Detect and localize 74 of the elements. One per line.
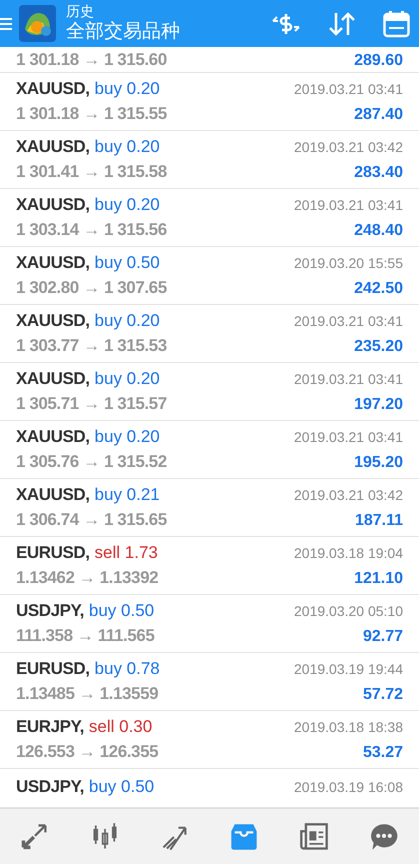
price-range: 1 301.18 → 1 315.60 xyxy=(16,48,167,70)
price-range: 1 303.77 → 1 315.53 xyxy=(16,335,167,358)
trade-symbol: XAUUSD, xyxy=(16,426,90,448)
trade-profit: 248.40 xyxy=(354,221,403,242)
trade-symbol: EURUSD, xyxy=(16,542,90,564)
trade-symbol: EURUSD, xyxy=(16,658,90,680)
inbox-icon[interactable] xyxy=(229,822,260,852)
calendar-icon[interactable] xyxy=(383,10,410,38)
menu-icon[interactable] xyxy=(0,16,12,30)
trade-profit: 287.40 xyxy=(354,105,403,126)
trade-symbol: XAUUSD, xyxy=(16,252,90,274)
trade-symbol: XAUUSD, xyxy=(16,368,90,390)
price-range: 1 303.14 → 1 315.56 xyxy=(16,219,167,242)
trade-direction: buy 0.20 xyxy=(94,310,160,332)
trade-direction: buy 0.50 xyxy=(94,252,160,274)
trade-symbol: XAUUSD, xyxy=(16,484,90,506)
price-range: 1.13485 → 1.13559 xyxy=(16,683,158,706)
trade-time: 2019.03.21 03:41 xyxy=(294,428,403,447)
trade-direction: buy 0.50 xyxy=(88,600,154,622)
price-range: 111.358 → 111.565 xyxy=(16,625,154,648)
trade-direction: buy 0.78 xyxy=(94,658,160,680)
trade-time: 2019.03.20 15:55 xyxy=(294,254,403,273)
trade-time: 2019.03.21 03:41 xyxy=(294,312,403,331)
price-range: 1 301.41 → 1 315.58 xyxy=(16,161,167,184)
price-range: 1.13462 → 1.13392 xyxy=(16,567,158,590)
trade-profit: 242.50 xyxy=(354,279,403,300)
newspaper-icon[interactable] xyxy=(299,822,330,852)
trade-symbol: XAUUSD, xyxy=(16,194,90,216)
trade-time: 2019.03.21 03:41 xyxy=(294,80,403,99)
trade-time: 2019.03.21 03:42 xyxy=(294,138,403,157)
trade-direction: sell 1.73 xyxy=(94,542,158,564)
trade-symbol: XAUUSD, xyxy=(16,310,90,332)
trade-profit: 92.77 xyxy=(362,627,403,648)
trade-direction: buy 0.20 xyxy=(94,368,160,390)
trade-symbol: EURJPY, xyxy=(16,716,84,738)
symbol-filter[interactable]: 全部交易品种 xyxy=(66,20,180,44)
trade-profit: 283.40 xyxy=(354,163,403,184)
price-range: 1 305.76 → 1 315.52 xyxy=(16,451,167,474)
trade-symbol: USDJPY, xyxy=(16,600,84,622)
trade-time: 2019.03.20 05:10 xyxy=(294,602,403,621)
app-logo-icon xyxy=(19,5,56,42)
trade-time: 2019.03.18 18:38 xyxy=(294,718,403,737)
price-range: 126.553 → 126.355 xyxy=(16,741,158,764)
trade-direction: buy 0.20 xyxy=(94,426,160,448)
trade-time: 2019.03.21 03:41 xyxy=(294,196,403,215)
trade-direction: buy 0.21 xyxy=(94,484,160,506)
trade-time: 2019.03.19 19:44 xyxy=(294,660,403,679)
trade-profit: 187.11 xyxy=(354,511,403,532)
screen-title: 历史 xyxy=(66,2,95,20)
price-range: 1 302.80 → 1 307.65 xyxy=(16,277,167,300)
trade-profit: 235.20 xyxy=(354,337,403,358)
trade-time: 2019.03.21 03:41 xyxy=(294,370,403,389)
trade-profit: 53.27 xyxy=(362,743,403,764)
sort-icon[interactable] xyxy=(327,10,357,36)
trade-profit: 57.72 xyxy=(362,685,403,706)
trade-symbol: XAUUSD, xyxy=(16,136,90,158)
trade-time: 2019.03.21 03:42 xyxy=(294,486,403,505)
trade-direction: buy 0.20 xyxy=(94,194,160,216)
price-range: 1 301.18 → 1 315.55 xyxy=(16,103,167,126)
trade-direction: buy 0.20 xyxy=(94,78,160,100)
trade-profit: 289.60 xyxy=(354,50,403,70)
trade-profit: 121.10 xyxy=(354,569,403,590)
trade-symbol: USDJPY, xyxy=(16,776,84,798)
price-range: 1 305.71 → 1 315.57 xyxy=(16,393,167,416)
trade-direction: sell 0.30 xyxy=(88,716,152,738)
trade-profit: 195.20 xyxy=(354,453,403,474)
chat-bubble-icon[interactable] xyxy=(369,822,400,852)
trade-direction: buy 0.50 xyxy=(88,776,154,798)
trade-direction: buy 0.20 xyxy=(94,136,160,158)
trade-symbol: XAUUSD, xyxy=(16,78,90,100)
price-range: 1 306.74 → 1 315.65 xyxy=(16,509,167,532)
trade-time: 2019.03.18 19:04 xyxy=(294,544,403,563)
trade-profit: 197.20 xyxy=(354,395,403,416)
trade-time: 2019.03.19 16:08 xyxy=(294,778,403,797)
